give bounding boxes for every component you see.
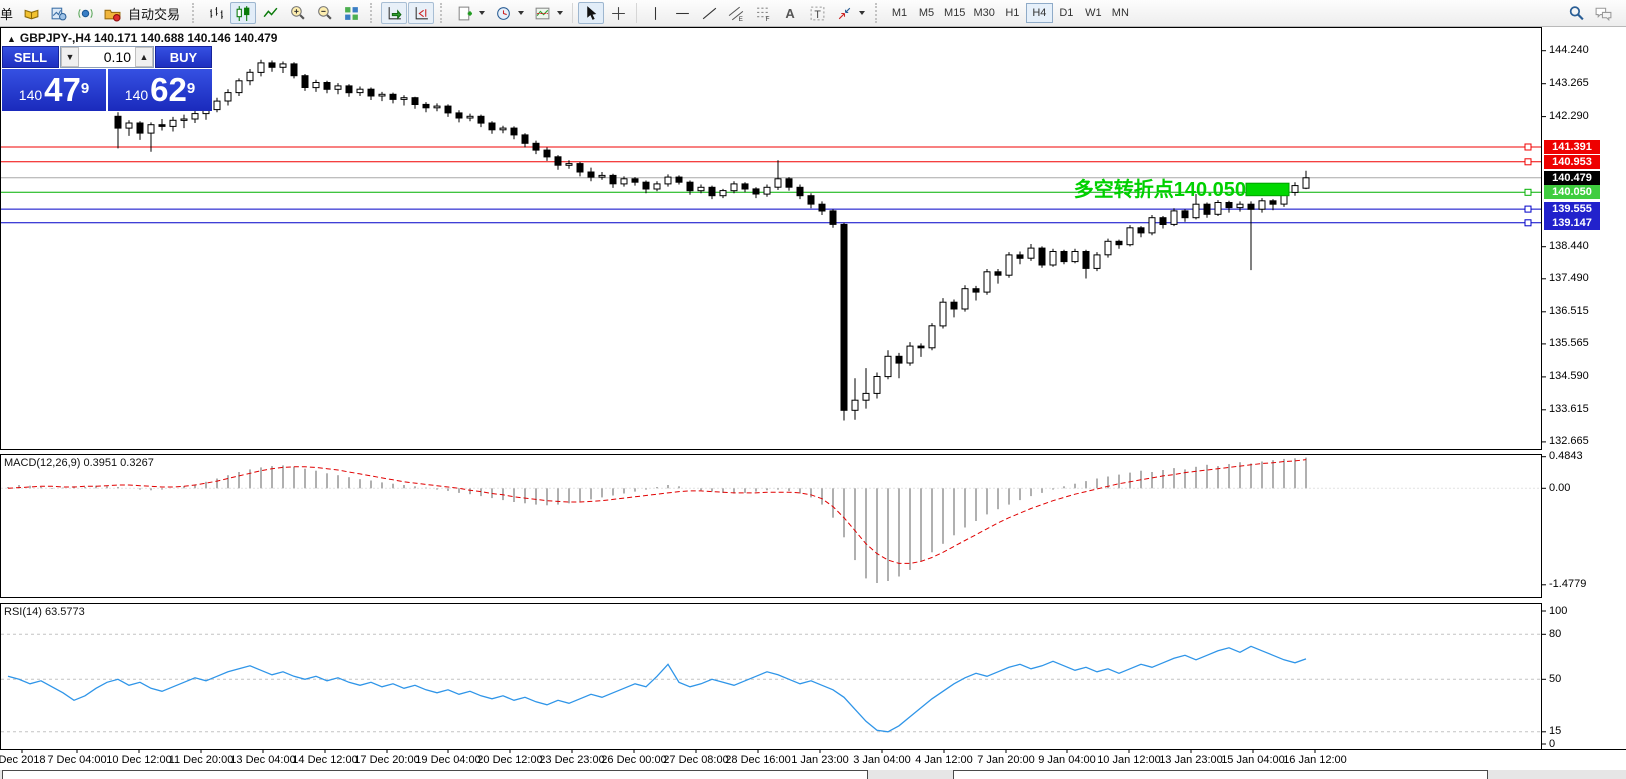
chart-annotation-text: 多空转折点140.050	[1074, 173, 1246, 202]
volume-increase-button[interactable]: ▲	[135, 47, 153, 67]
buy-price-pipette: 9	[187, 69, 195, 109]
chart-canvas[interactable]	[0, 0, 1626, 779]
volume-input[interactable]	[79, 47, 135, 67]
sell-price-pipette: 9	[81, 69, 89, 109]
buy-button[interactable]: BUY	[155, 46, 212, 68]
sell-price-big: 47	[44, 72, 81, 108]
one-click-trading-panel: SELL ▼ ▲ BUY 140479 140629	[2, 46, 212, 111]
sell-price-button[interactable]: 140479	[2, 69, 106, 111]
buy-price-button[interactable]: 140629	[108, 69, 212, 111]
mt4-window: 单 自动交易 E F A T M1M5M15M30H1H4D1W1MN	[0, 0, 1626, 779]
sell-button[interactable]: SELL	[2, 46, 59, 68]
volume-spinner: ▼ ▲	[60, 46, 154, 68]
buy-price-prefix: 140	[125, 82, 148, 108]
buy-price-big: 62	[150, 72, 187, 108]
volume-decrease-button[interactable]: ▼	[61, 47, 79, 67]
sell-price-prefix: 140	[19, 82, 42, 108]
